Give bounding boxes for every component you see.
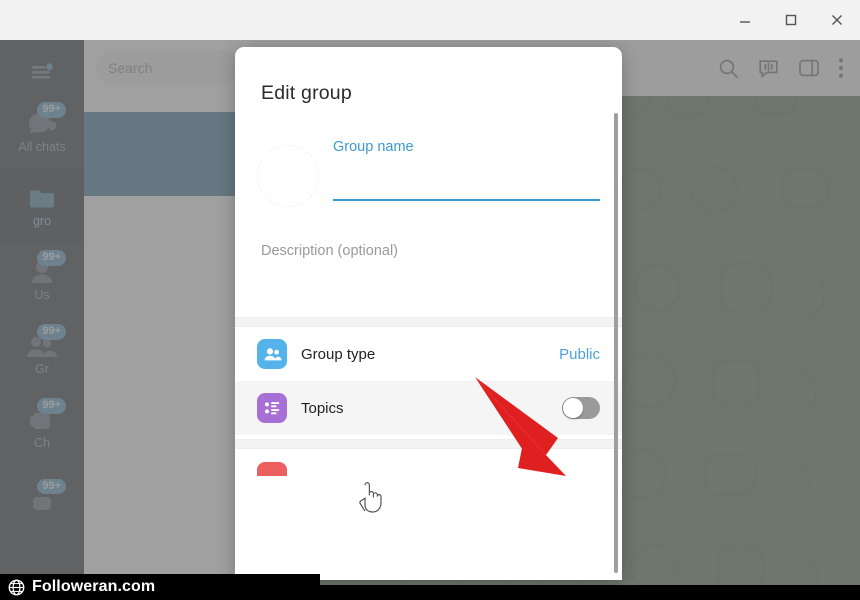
avatar-placeholder-icon[interactable] [257,145,319,207]
application-window: 99+ All chats gro 99+ [0,0,860,600]
description-input[interactable] [261,259,600,303]
window-titlebar [0,0,860,40]
dialog-title: Edit group [235,47,622,105]
watermark-text: Followeran.com [32,578,155,596]
group-type-value[interactable]: Public [559,346,600,363]
description-section: Description (optional) [235,207,622,303]
section-divider [235,317,622,327]
red-pointer-arrow [462,372,592,497]
minimize-icon[interactable] [722,0,768,40]
globe-icon [8,579,25,596]
watermark: Followeran.com [0,574,320,600]
edit-group-dialog: Edit group Group name Description (optio… [235,47,622,580]
maximize-icon[interactable] [768,0,814,40]
group-name-field[interactable]: Group name [333,135,600,201]
close-icon[interactable] [814,0,860,40]
row-label: Group type [301,346,559,363]
group-name-label: Group name [333,139,600,155]
topics-list-icon [257,393,287,423]
vertical-scrollbar[interactable] [614,113,618,573]
group-type-people-icon [257,339,287,369]
delete-group-icon [257,462,287,476]
group-name-section: Group name [235,105,622,207]
group-name-input[interactable] [333,159,600,201]
hand-pointer-cursor [357,482,383,514]
description-label: Description (optional) [261,243,600,259]
